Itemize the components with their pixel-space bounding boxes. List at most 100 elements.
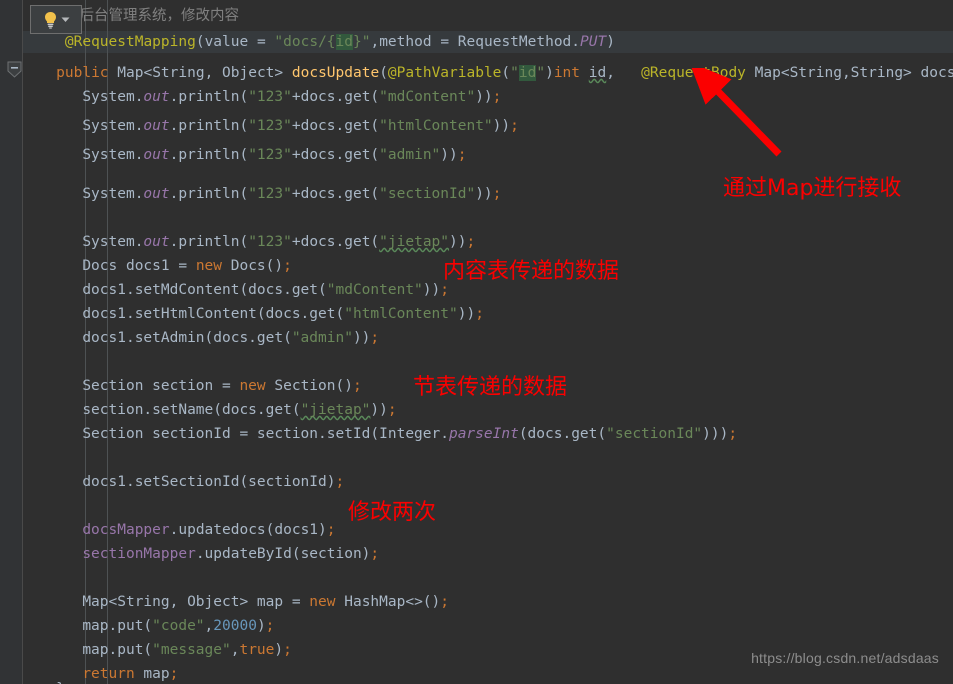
editor-code-area[interactable]: @RequestMapping(value = "docs/{id}",meth… [22, 0, 953, 684]
code-token: "htmlContent" [379, 118, 493, 134]
code-line: System.out.println("123"+docs.get("htmlC… [82, 115, 519, 137]
code-token: ( [379, 65, 388, 81]
code-token: System. [82, 147, 144, 163]
code-line: docsMapper.updatedocs(docs1); [82, 519, 335, 541]
code-line: Map<String, Object> map = new HashMap<>(… [82, 591, 449, 613]
code-token: "message" [152, 642, 231, 658]
code-line: Docs docs1 = new Docs(); [82, 255, 292, 277]
code-line: docs1.setAdmin(docs.get("admin")); [82, 327, 379, 349]
code-token: "docs/{ [274, 34, 336, 50]
code-token: ; [510, 118, 519, 134]
code-token: Map<String, Object> [108, 65, 292, 81]
lightbulb-icon[interactable] [43, 11, 58, 29]
code-token: +docs.get( [291, 234, 380, 250]
code-token: Section() [265, 378, 353, 394]
code-line: sectionMapper.updateById(section); [82, 543, 379, 565]
code-token: Section sectionId = section.setId(Intege… [82, 426, 449, 442]
chevron-down-icon[interactable] [61, 15, 70, 24]
code-token: 20000 [213, 618, 257, 634]
code-token: true [239, 642, 275, 658]
code-token: )) [457, 306, 476, 322]
code-token: id [588, 65, 607, 81]
code-token: value [204, 34, 249, 50]
code-token: ; [370, 546, 380, 562]
code-token: .println( [169, 118, 249, 134]
code-token: docsUpdate [291, 65, 380, 81]
code-token: )) [475, 186, 493, 202]
code-token: PUT [580, 34, 607, 50]
code-token: ; [326, 522, 336, 538]
code-token: int [553, 65, 581, 81]
code-token: public [56, 65, 109, 81]
intention-bulb-popup[interactable] [30, 5, 82, 34]
code-line: docs1.setHtmlContent(docs.get("htmlConte… [82, 303, 484, 325]
code-token: "htmlContent" [344, 306, 458, 322]
code-fold-minus-icon[interactable] [7, 61, 22, 78]
code-token: System. [82, 89, 144, 105]
code-token: ; [352, 378, 362, 394]
code-token: out [143, 186, 170, 202]
code-token: "mdContent" [326, 282, 423, 298]
code-line: map.put("code",20000); [82, 615, 274, 637]
code-token: = [248, 34, 275, 50]
code-token: ) [256, 618, 266, 634]
code-token: ; [283, 258, 292, 274]
code-token: docsMapper [82, 522, 170, 538]
code-token: , [204, 618, 214, 634]
code-line: docs1.setSectionId(sectionId); [82, 471, 344, 493]
code-lines: @RequestMapping(value = "docs/{id}",meth… [22, 0, 953, 684]
code-line: System.out.println("123"+docs.get("jieta… [82, 231, 475, 253]
code-token: }" [353, 34, 371, 50]
code-token: "admin" [291, 330, 353, 346]
annot-modify-twice: 修改两次 [348, 500, 437, 525]
code-token: ; [475, 306, 484, 322]
code-token: ; [370, 330, 380, 346]
annotation-arrow-to-map [690, 68, 782, 157]
code-token: .println( [169, 234, 249, 250]
code-token: id [518, 65, 537, 81]
code-token: +docs.get( [291, 118, 380, 134]
code-token: docs1.setHtmlContent(docs.get( [82, 306, 345, 322]
code-token: docs1.setMdContent(docs.get( [82, 282, 327, 298]
code-token: map [134, 666, 170, 682]
code-token: "jietap" [300, 402, 371, 418]
code-line: @RequestMapping(value = "docs/{id}",meth… [65, 31, 615, 53]
code-token: , [370, 34, 380, 50]
code-token: +docs.get( [291, 89, 380, 105]
code-token: ; [265, 618, 275, 634]
code-token: ; [283, 642, 292, 658]
code-token: )) [352, 330, 371, 346]
code-token: ; [440, 594, 449, 610]
line-comment: //后台管理系统，修改内容 [62, 8, 239, 24]
code-token: return [82, 666, 135, 682]
code-token: )) [422, 282, 441, 298]
code-line: return map; [82, 663, 178, 684]
annot-map-receive: 通过Map进行接收 [723, 176, 902, 201]
code-line: } [56, 678, 65, 684]
code-token: "sectionId" [379, 186, 476, 202]
code-line: Section section = new Section(); [82, 375, 361, 397]
code-token: ; [440, 282, 449, 298]
code-token: = [431, 34, 458, 50]
code-token: " [536, 65, 546, 81]
code-token: @PathVariable [387, 65, 502, 81]
code-token: ; [457, 147, 467, 163]
code-token: new [195, 258, 223, 274]
code-token: )) [440, 147, 458, 163]
code-line: public Map<String, Object> docsUpdate(@P… [56, 62, 953, 84]
code-token: "code" [152, 618, 205, 634]
code-line: section.setName(docs.get("jietap")); [82, 399, 396, 421]
code-token: ; [169, 666, 179, 682]
code-token: , [606, 65, 642, 81]
code-token: ( [195, 34, 205, 50]
code-token: )) [370, 402, 388, 418]
code-token: ) [545, 65, 554, 81]
code-token: out [143, 89, 170, 105]
code-token: id [335, 34, 353, 50]
editor-gutter[interactable] [0, 0, 23, 684]
code-token: " [510, 65, 519, 81]
code-token: Docs() [222, 258, 284, 274]
code-token: "sectionId" [606, 426, 703, 442]
code-line: System.out.println("123"+docs.get("secti… [82, 183, 501, 205]
code-line: docs1.setMdContent(docs.get("mdContent")… [82, 279, 449, 301]
